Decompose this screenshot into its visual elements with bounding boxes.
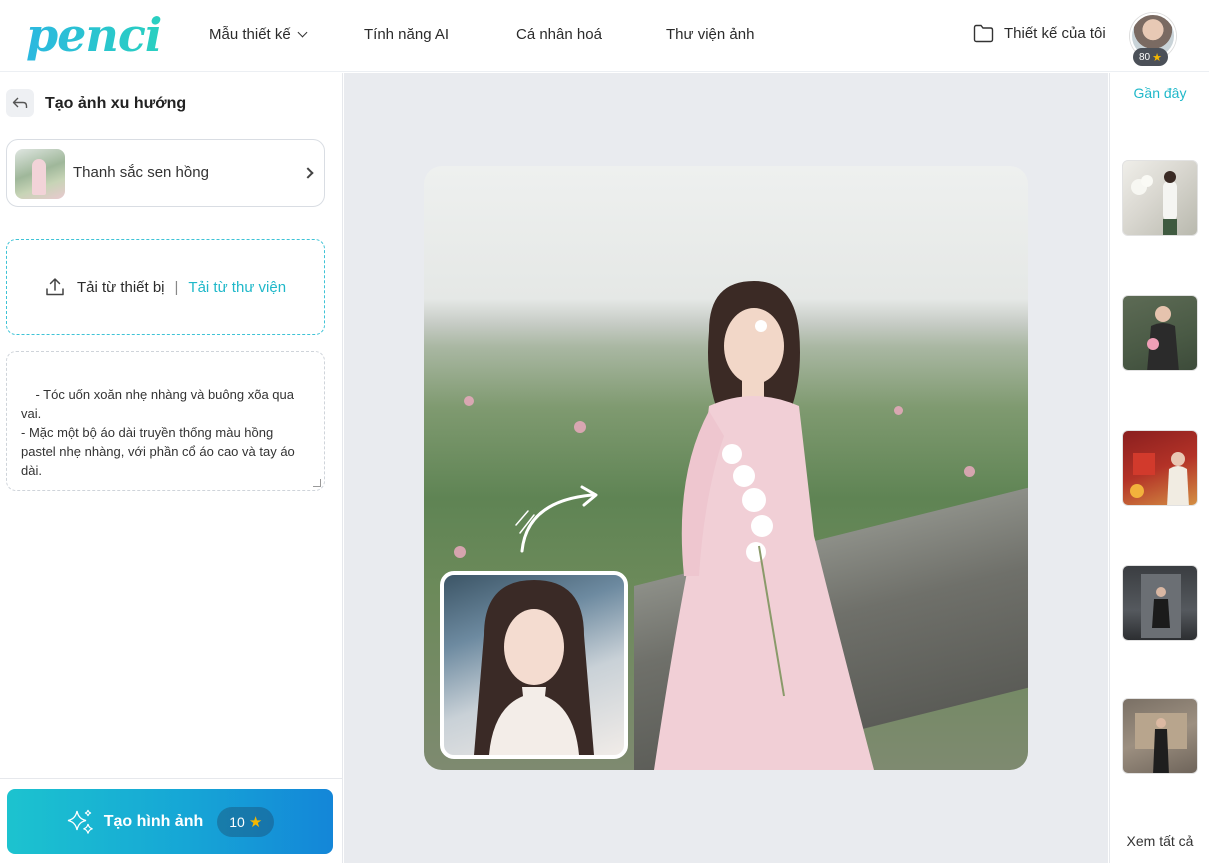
credits-badge: 80 ★ [1133, 48, 1168, 66]
cost-badge: 10 ★ [217, 806, 275, 837]
my-designs-link[interactable]: Thiết kế của tôi [973, 24, 1106, 43]
recent-image [1130, 452, 1189, 505]
upload-separator: | [174, 278, 179, 296]
star-icon: ★ [248, 813, 263, 831]
preview-canvas [344, 73, 1108, 863]
recent-thumbnail[interactable] [1122, 160, 1198, 236]
generate-button-label: Tạo hình ảnh [103, 812, 204, 830]
footer-divider [0, 778, 343, 779]
sparkles-icon [67, 809, 93, 834]
recent-sidebar: Gần đây Xem tất cả [1109, 73, 1209, 863]
upload-from-library-link[interactable]: Tải từ thư viện [188, 279, 286, 296]
folder-icon [973, 24, 994, 43]
back-arrow-icon [12, 97, 28, 108]
reference-photo [440, 571, 628, 759]
chevron-down-icon [297, 27, 308, 38]
style-selector-card[interactable]: Thanh sắc sen hồng [6, 139, 325, 207]
my-designs-label: Thiết kế của tôi [1004, 25, 1106, 42]
nav-ai-features[interactable]: Tính năng AI [364, 26, 449, 43]
recent-thumbnail[interactable] [1122, 430, 1198, 506]
reference-portrait [474, 580, 594, 755]
nav-photo-library[interactable]: Thư viện ảnh [666, 26, 754, 43]
lotus-flower [894, 406, 903, 415]
lotus-flower [454, 546, 466, 558]
recent-thumbnail[interactable] [1122, 698, 1198, 774]
lotus-flower [464, 396, 474, 406]
arrow-icon [515, 485, 598, 553]
upload-icon [46, 278, 64, 296]
upload-dropzone[interactable]: Tải từ thiết bị | Tải từ thư viện [6, 239, 325, 335]
back-button[interactable] [6, 89, 34, 117]
recent-thumbnail[interactable] [1122, 565, 1198, 641]
resize-handle[interactable] [313, 479, 321, 487]
prompt-text: - Tóc uốn xoăn nhẹ nhàng và buông xõa qu… [21, 387, 295, 478]
nav-personalize[interactable]: Cá nhân hoá [516, 26, 602, 43]
recent-image [1131, 171, 1177, 235]
lotus-flower [574, 421, 586, 433]
preview-image [424, 166, 1028, 770]
recent-image [1135, 713, 1187, 773]
left-panel: Tạo ảnh xu hướng Thanh sắc sen hồng Tải … [0, 73, 343, 863]
see-all-link[interactable]: Xem tất cả [1110, 833, 1209, 849]
recent-image [1141, 574, 1181, 638]
star-icon: ★ [1152, 51, 1162, 64]
generate-image-button[interactable]: Tạo hình ảnh 10 ★ [7, 789, 333, 854]
credits-count: 80 [1139, 51, 1151, 63]
top-header: penci Mẫu thiết kế Tính năng AI Cá nhân … [0, 0, 1209, 72]
user-avatar-button[interactable]: 80 ★ [1130, 13, 1176, 66]
nav-templates-label: Mẫu thiết kế [209, 26, 291, 43]
woman-figure [654, 281, 874, 770]
prompt-textarea[interactable]: - Tóc uốn xoăn nhẹ nhàng và buông xõa qu… [6, 351, 325, 491]
lotus-flower [964, 466, 975, 477]
style-thumbnail [15, 149, 65, 199]
panel-title: Tạo ảnh xu hướng [45, 95, 187, 112]
cost-value: 10 [229, 813, 245, 830]
upload-from-device-link[interactable]: Tải từ thiết bị [77, 279, 165, 296]
recent-image [1147, 306, 1179, 370]
chevron-right-icon [302, 167, 314, 179]
recent-thumbnail[interactable] [1122, 295, 1198, 371]
penci-logo[interactable]: penci [26, 8, 162, 62]
recent-tab[interactable]: Gần đây [1110, 85, 1209, 101]
style-name: Thanh sắc sen hồng [73, 164, 209, 181]
nav-templates[interactable]: Mẫu thiết kế [209, 26, 308, 43]
